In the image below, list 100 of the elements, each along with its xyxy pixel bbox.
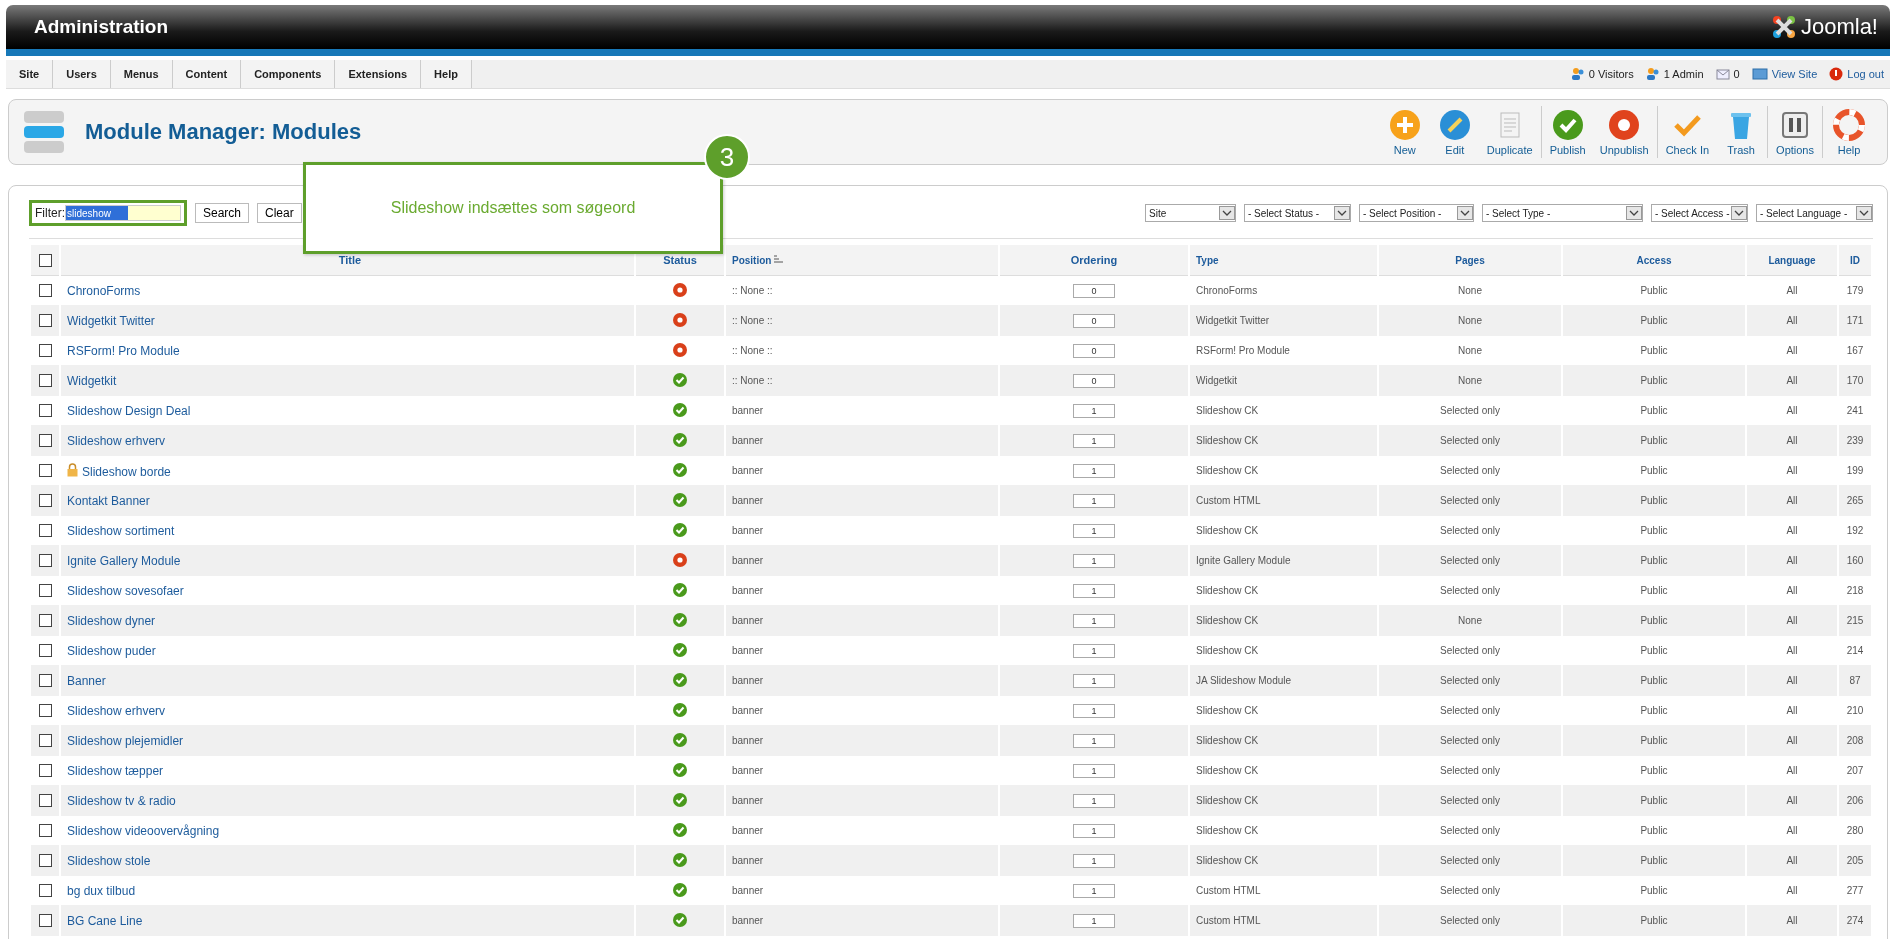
module-title-link[interactable]: Ignite Gallery Module: [67, 553, 181, 568]
module-title-link[interactable]: Slideshow sortiment: [67, 523, 175, 538]
row-checkbox[interactable]: [38, 644, 52, 658]
ordering-field[interactable]: 1: [1073, 793, 1115, 808]
module-title-link[interactable]: Banner: [67, 673, 106, 688]
row-checkbox[interactable]: [38, 524, 52, 538]
row-checkbox[interactable]: [38, 374, 52, 388]
select-all-checkbox[interactable]: [38, 253, 52, 267]
ordering-field[interactable]: 1: [1073, 733, 1115, 748]
column-header[interactable]: Type: [1196, 254, 1219, 266]
column-header[interactable]: Title: [338, 254, 362, 266]
module-title-link[interactable]: Slideshow tv & radio: [67, 793, 176, 808]
published-icon[interactable]: [673, 402, 687, 417]
column-header[interactable]: ID: [1850, 254, 1860, 266]
row-checkbox[interactable]: [38, 914, 52, 928]
filter-select[interactable]: Site: [1145, 204, 1236, 222]
ordering-field[interactable]: 1: [1073, 613, 1115, 628]
toolbar-button[interactable]: Trash: [1717, 106, 1766, 158]
published-icon[interactable]: [673, 702, 687, 717]
filter-field[interactable]: slideshow: [65, 205, 181, 221]
row-checkbox[interactable]: [38, 704, 52, 718]
unpublished-icon[interactable]: [673, 342, 687, 357]
filter-button[interactable]: Search: [195, 203, 250, 223]
module-title-link[interactable]: Slideshow sovesofaer: [67, 583, 184, 598]
published-icon[interactable]: [673, 822, 687, 837]
module-title-link[interactable]: Slideshow Design Deal: [67, 403, 191, 418]
row-checkbox[interactable]: [38, 284, 52, 298]
unpublished-icon[interactable]: [673, 282, 687, 297]
module-title-link[interactable]: Slideshow puder: [67, 643, 156, 658]
ordering-field[interactable]: 1: [1073, 763, 1115, 778]
column-header[interactable]: Ordering: [1070, 254, 1118, 266]
status-link[interactable]: 0: [1715, 68, 1740, 80]
ordering-field[interactable]: 1: [1073, 703, 1115, 718]
published-icon[interactable]: [673, 732, 687, 747]
row-checkbox[interactable]: [38, 434, 52, 448]
row-checkbox[interactable]: [38, 884, 52, 898]
published-icon[interactable]: [673, 792, 687, 807]
module-title-link[interactable]: Slideshow stole: [67, 853, 151, 868]
module-title-link[interactable]: bg dux tilbud: [67, 883, 136, 898]
published-icon[interactable]: [673, 642, 687, 657]
row-checkbox[interactable]: [38, 674, 52, 688]
published-icon[interactable]: [673, 462, 687, 477]
row-checkbox[interactable]: [38, 314, 52, 328]
ordering-field[interactable]: 1: [1073, 433, 1115, 448]
column-header[interactable]: Position: [732, 254, 772, 266]
ordering-field[interactable]: 1: [1073, 823, 1115, 838]
filter-select[interactable]: - Select Status -: [1244, 204, 1351, 222]
ordering-field[interactable]: 0: [1073, 313, 1115, 328]
unpublished-icon[interactable]: [673, 552, 687, 567]
ordering-field[interactable]: 1: [1073, 553, 1115, 568]
published-icon[interactable]: [673, 372, 687, 387]
toolbar-button[interactable]: Duplicate: [1480, 106, 1539, 158]
toolbar-button[interactable]: Edit: [1430, 106, 1479, 158]
ordering-field[interactable]: 1: [1073, 913, 1115, 928]
published-icon[interactable]: [673, 492, 687, 507]
row-checkbox[interactable]: [38, 404, 52, 418]
module-title-link[interactable]: Slideshow tæpper: [67, 763, 164, 778]
published-icon[interactable]: [673, 762, 687, 777]
module-title-link[interactable]: Slideshow borde: [82, 464, 171, 479]
module-title-link[interactable]: RSForm! Pro Module: [67, 343, 180, 358]
row-checkbox[interactable]: [38, 344, 52, 358]
toolbar-button[interactable]: Options: [1770, 106, 1820, 158]
published-icon[interactable]: [673, 852, 687, 867]
filter-select[interactable]: - Select Position -: [1359, 204, 1474, 222]
published-icon[interactable]: [673, 672, 687, 687]
module-title-link[interactable]: Slideshow videoovervågning: [67, 823, 220, 838]
toolbar-button[interactable]: New: [1380, 106, 1429, 158]
published-icon[interactable]: [673, 612, 687, 627]
module-title-link[interactable]: Widgetkit: [67, 373, 117, 388]
published-icon[interactable]: [673, 582, 687, 597]
module-title-link[interactable]: ChronoForms: [67, 283, 141, 298]
filter-select[interactable]: - Select Language -: [1756, 204, 1873, 222]
ordering-field[interactable]: 0: [1073, 373, 1115, 388]
row-checkbox[interactable]: [38, 614, 52, 628]
ordering-field[interactable]: 1: [1073, 883, 1115, 898]
toolbar-button[interactable]: Unpublish: [1593, 106, 1655, 158]
row-checkbox[interactable]: [38, 494, 52, 508]
filter-select[interactable]: - Select Access -: [1651, 204, 1748, 222]
filter-button[interactable]: Clear: [257, 203, 302, 223]
module-title-link[interactable]: Slideshow dyner: [67, 613, 156, 628]
published-icon[interactable]: [673, 882, 687, 897]
row-checkbox[interactable]: [38, 584, 52, 598]
module-title-link[interactable]: Slideshow erhverv: [67, 433, 166, 448]
ordering-field[interactable]: 1: [1073, 493, 1115, 508]
published-icon[interactable]: [673, 432, 687, 447]
ordering-field[interactable]: 1: [1073, 523, 1115, 538]
ordering-field[interactable]: 1: [1073, 643, 1115, 658]
row-checkbox[interactable]: [38, 854, 52, 868]
status-link[interactable]: 0 Visitors: [1570, 67, 1634, 81]
column-header[interactable]: Pages: [1455, 254, 1485, 266]
status-link[interactable]: View Site: [1751, 68, 1818, 80]
module-title-link[interactable]: Slideshow plejemidler: [67, 733, 184, 748]
unpublished-icon[interactable]: [673, 312, 687, 327]
row-checkbox[interactable]: [38, 554, 52, 568]
row-checkbox[interactable]: [38, 464, 52, 478]
column-header[interactable]: Status: [663, 254, 697, 266]
toolbar-button[interactable]: Help: [1825, 106, 1873, 158]
published-icon[interactable]: [673, 522, 687, 537]
module-title-link[interactable]: Slideshow erhverv: [67, 703, 166, 718]
ordering-field[interactable]: 0: [1073, 343, 1115, 358]
